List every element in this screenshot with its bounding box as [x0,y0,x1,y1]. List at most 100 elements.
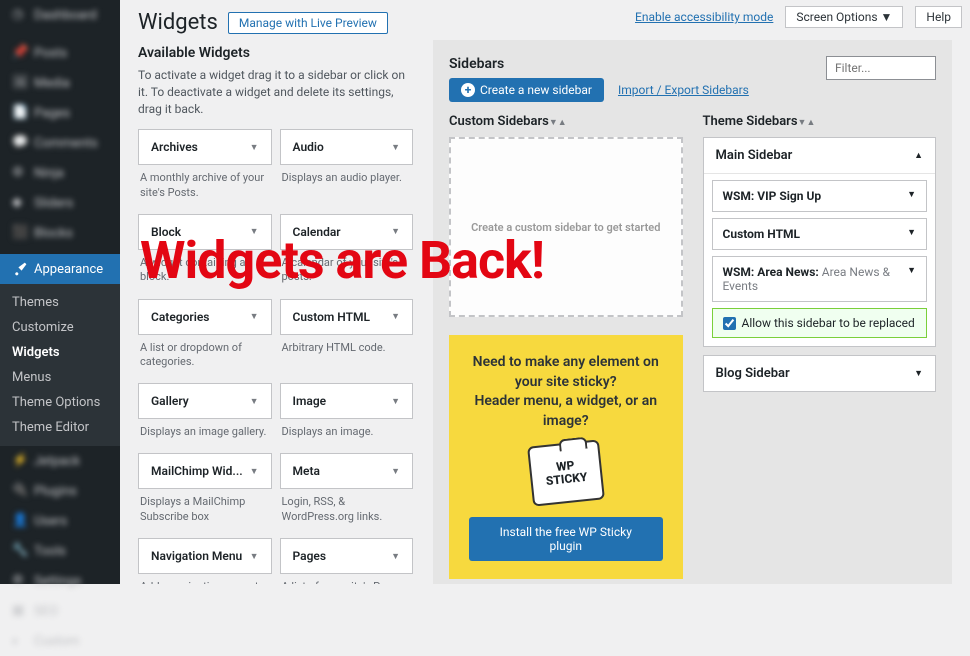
sidebar-item-blur[interactable]: ⬛Blocks [0,218,120,248]
screen-options-button[interactable]: Screen Options ▼ [785,6,903,28]
chevron-down-icon: ▼ [250,466,259,477]
create-sidebar-button[interactable]: +Create a new sidebar [449,78,604,102]
widget-desc: A monthly archive of your site's Posts. [138,165,272,208]
submenu-menus[interactable]: Menus [0,365,120,390]
sort-icon[interactable]: ▼▲ [798,118,816,128]
chevron-down-icon: ▼ [250,226,259,237]
custom-sidebars-column: Custom Sidebars▼▲ Create a custom sideba… [449,114,683,579]
sidebar-item-blur[interactable]: ⚡Jetpack [0,446,120,476]
sidebar-item-blur[interactable]: 🔧Tools [0,536,120,566]
allow-replace-checkbox-row[interactable]: Allow this sidebar to be replaced [712,308,928,338]
widget-desc: Add a navigation menu to your sidebar. [138,574,272,584]
widget-custom-html[interactable]: Custom HTML▼ [280,299,414,335]
sidebar-item-blur[interactable]: ◐Custom [0,626,120,656]
plus-icon: + [461,83,475,97]
widget-desc: A widget containing a block. [138,250,272,293]
chevron-down-icon: ▼ [391,311,400,322]
install-wp-sticky-button[interactable]: Install the free WP Sticky plugin [469,517,663,561]
widget-image[interactable]: Image▼ [280,383,414,419]
sidebars-heading: Sidebars [449,56,749,72]
widget-desc: Login, RSS, & WordPress.org links. [280,489,414,532]
submenu-theme-options[interactable]: Theme Options [0,390,120,415]
widget-vip-signup[interactable]: WSM: VIP Sign Up▼ [712,180,928,212]
submenu-customize[interactable]: Customize [0,315,120,340]
widget-audio[interactable]: Audio▼ [280,129,414,165]
widget-area-news[interactable]: WSM: Area News: Area News & Events▼ [712,256,928,302]
widget-desc: Displays an image. [280,419,414,447]
widget-categories[interactable]: Categories▼ [138,299,272,335]
widget-navigation-menu[interactable]: Navigation Menu▼ [138,538,272,574]
sidebar-item-blur[interactable]: 🖼Media [0,68,120,98]
main-sidebar-box: Main Sidebar ▲ WSM: VIP Sign Up▼ Custom … [703,137,937,347]
sidebar-item-blur[interactable]: 💬Comments [0,128,120,158]
chevron-down-icon: ▼ [391,142,400,153]
widget-desc: A list of your site's Pages. [280,574,414,584]
sidebar-item-dashboard[interactable]: ◷Dashboard [0,0,120,30]
page-title: Widgets [138,10,218,35]
blog-sidebar-header[interactable]: Blog Sidebar ▼ [704,356,936,391]
promo-line1: Need to make any element on your site st… [469,353,663,392]
help-button[interactable]: Help [915,6,962,28]
available-heading: Available Widgets [138,45,413,61]
widget-meta[interactable]: Meta▼ [280,453,414,489]
admin-sidebar: ◷Dashboard 📌Posts 🖼Media 📄Pages 💬Comment… [0,0,120,584]
chevron-down-icon: ▼ [250,396,259,407]
sort-icon[interactable]: ▼▲ [549,118,567,128]
import-export-link[interactable]: Import / Export Sidebars [618,83,749,97]
chevron-down-icon: ▼ [250,311,259,322]
submenu-theme-editor[interactable]: Theme Editor [0,415,120,440]
sidebar-item-blur[interactable]: ▦SEO [0,596,120,626]
widget-mailchimp-wid-[interactable]: MailChimp Wid...▼ [138,453,272,489]
submenu-themes[interactable]: Themes [0,290,120,315]
sidebar-item-appearance[interactable]: Appearance [0,254,120,284]
sidebar-item-blur[interactable]: ◆Sliders [0,188,120,218]
theme-sidebars-column: Theme Sidebars▼▲ Main Sidebar ▲ WSM: VIP… [703,114,937,579]
widget-desc: Arbitrary HTML code. [280,335,414,363]
sidebars-panel: Sidebars +Create a new sidebar Import / … [433,40,952,584]
widget-archives[interactable]: Archives▼ [138,129,272,165]
main-sidebar-header[interactable]: Main Sidebar ▲ [704,138,936,174]
custom-sidebar-dropzone[interactable]: Create a custom sidebar to get started [449,137,683,317]
chevron-down-icon: ▼ [907,189,916,203]
available-widgets-panel: Available Widgets To activate a widget d… [138,45,413,584]
sidebar-item-blur[interactable]: ⚙Ninja [0,158,120,188]
submenu-widgets[interactable]: Widgets [0,340,120,365]
promo-line2: Header menu, a widget, or an image? [469,392,663,431]
sidebar-label: Appearance [34,262,103,277]
chevron-down-icon: ▼ [914,368,923,379]
available-desc: To activate a widget drag it to a sideba… [138,67,413,117]
widget-desc: Displays a MailChimp Subscribe box [138,489,272,532]
live-preview-button[interactable]: Manage with Live Preview [228,12,388,34]
widget-gallery[interactable]: Gallery▼ [138,383,272,419]
sidebar-item-blur[interactable]: 📄Pages [0,98,120,128]
chevron-down-icon: ▼ [250,142,259,153]
sidebar-item-blur[interactable]: 🔌Plugins [0,476,120,506]
chevron-up-icon: ▲ [914,150,923,161]
widget-desc: Displays an image gallery. [138,419,272,447]
appearance-submenu: Themes Customize Widgets Menus Theme Opt… [0,284,120,446]
chevron-down-icon: ▼ [391,226,400,237]
chevron-down-icon: ▼ [250,551,259,562]
widget-pages[interactable]: Pages▼ [280,538,414,574]
chevron-down-icon: ▼ [391,551,400,562]
widget-calendar[interactable]: Calendar▼ [280,214,414,250]
custom-col-title: Custom Sidebars [449,114,549,129]
chevron-down-icon: ▼ [391,396,400,407]
blog-sidebar-box: Blog Sidebar ▼ [703,355,937,392]
main-content: Enable accessibility mode Screen Options… [120,0,970,584]
sidebar-item-blur[interactable]: 👤Users [0,506,120,536]
theme-col-title: Theme Sidebars [703,114,798,129]
sidebar-item-blur[interactable]: ⚙Settings [0,566,120,596]
chevron-down-icon: ▼ [391,466,400,477]
sidebar-item-blur[interactable]: 📌Posts [0,38,120,68]
widget-block[interactable]: Block▼ [138,214,272,250]
filter-input[interactable] [826,56,936,80]
accessibility-link[interactable]: Enable accessibility mode [635,10,773,24]
widget-desc: A list or dropdown of categories. [138,335,272,378]
widget-custom-html[interactable]: Custom HTML▼ [712,218,928,250]
wp-sticky-logo: WPSTICKY [527,440,605,507]
widget-desc: A calendar of your site's posts. [280,250,414,293]
wp-sticky-promo: Need to make any element on your site st… [449,335,683,579]
allow-replace-checkbox[interactable] [723,317,736,330]
top-bar: Enable accessibility mode Screen Options… [627,0,970,34]
